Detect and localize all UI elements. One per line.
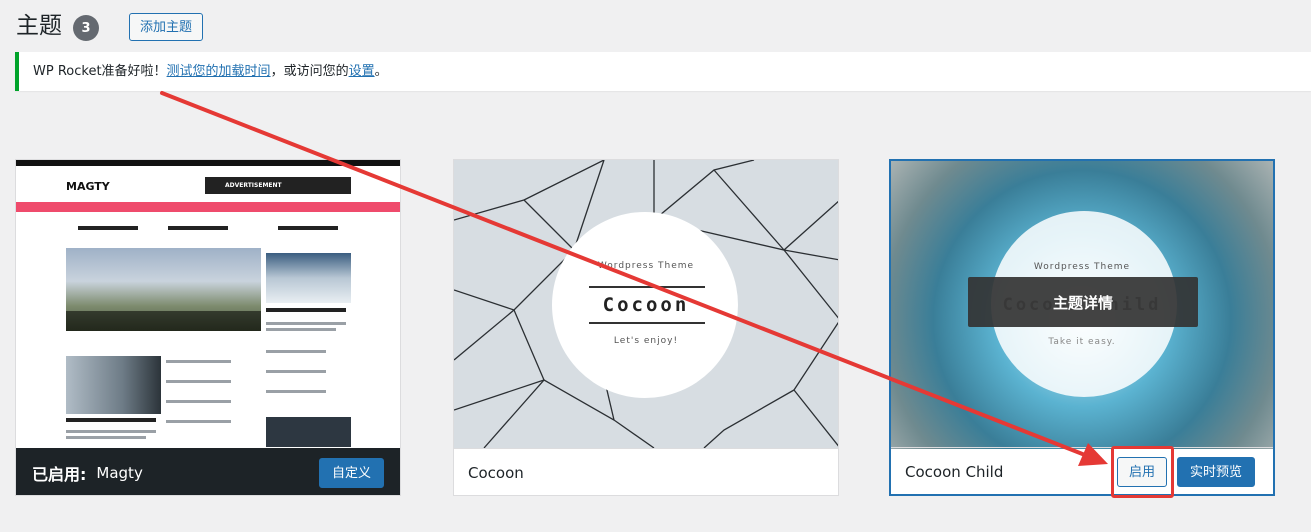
annotation-arrow [160, 91, 1108, 466]
